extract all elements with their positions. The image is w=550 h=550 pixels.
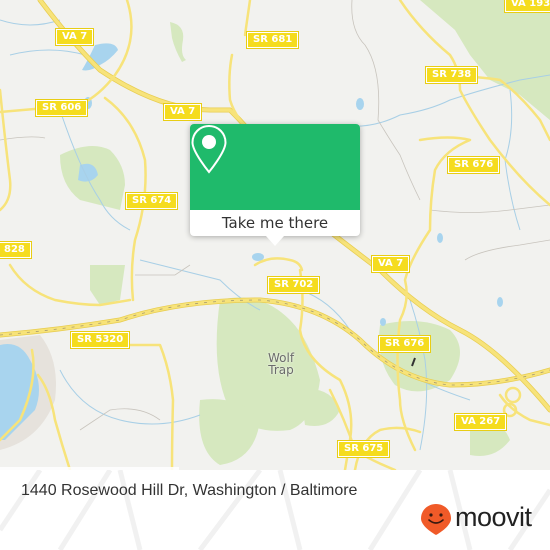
route-shield: SR 675	[336, 440, 391, 458]
popup-tail	[266, 236, 284, 246]
place-label-line: Trap	[268, 363, 294, 377]
park-area	[170, 22, 186, 62]
route-shield: SR 738	[424, 66, 479, 84]
route-shield: SR 674	[124, 192, 179, 210]
place-label-wolf-trap: Wolf Trap	[268, 352, 294, 376]
moovit-smiley-pin-icon	[421, 504, 451, 535]
address-text: 1440 Rosewood Hill Dr, Washington / Balt…	[21, 482, 358, 499]
route-shield: VA 193	[503, 0, 550, 13]
route-shield: SR 676	[377, 335, 432, 353]
popup-header	[190, 124, 360, 210]
location-pin-icon	[191, 124, 227, 174]
route-shield: VA 267	[453, 413, 508, 431]
route-shield: SR 702	[266, 276, 321, 294]
route-shield: SR 676	[446, 156, 501, 174]
map-view[interactable]: VA 193 VA 7 SR 681 SR 738 SR 606 VA 7 SR…	[0, 0, 550, 470]
park-area	[90, 265, 125, 305]
route-shield: SR 681	[245, 31, 300, 49]
park-area	[300, 389, 340, 426]
take-me-there-button[interactable]: Take me there	[190, 210, 360, 236]
route-shield: 828	[0, 241, 32, 259]
route-shield: SR 5320	[69, 331, 131, 349]
footer: 1440 Rosewood Hill Dr, Washington / Balt…	[0, 470, 550, 550]
route-shield: VA 7	[162, 103, 203, 121]
route-shield: SR 606	[34, 99, 89, 117]
route-shield: VA 7	[54, 28, 95, 46]
moovit-wordmark: moovit	[455, 502, 532, 532]
route-shield: VA 7	[370, 255, 411, 273]
location-popup: Take me there	[190, 124, 360, 246]
